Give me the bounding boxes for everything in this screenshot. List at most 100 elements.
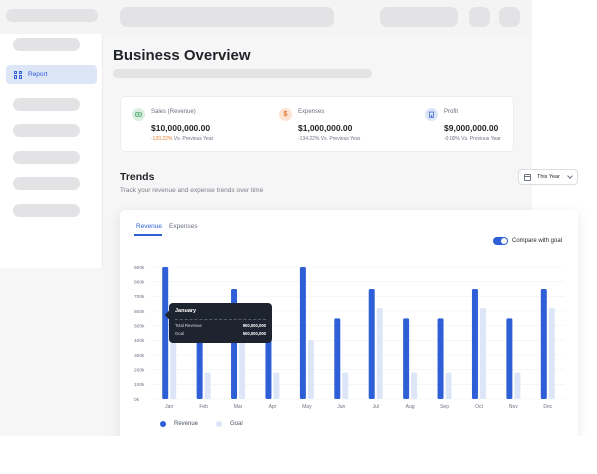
revenue-bar-sep[interactable]: [437, 318, 444, 399]
revenue-bar-jun[interactable]: [334, 318, 341, 399]
date-range-value: This Year: [537, 174, 560, 180]
dollar-icon: $: [279, 108, 292, 121]
trends-title: Trends: [120, 171, 155, 183]
top-bar: [0, 0, 532, 34]
x-tick-label: Nov: [509, 404, 518, 410]
logo-placeholder: [6, 9, 98, 22]
goal-bar-nov[interactable]: [514, 372, 521, 399]
sidebar-item-report[interactable]: Report: [6, 65, 97, 84]
x-tick-label: Oct: [475, 404, 483, 410]
toolbar-button-placeholder[interactable]: [380, 7, 458, 27]
trends-chart-card: Revenue Expenses Compare with goal 0k 100…: [120, 210, 578, 442]
stat-value: $9,000,000.00: [444, 123, 499, 133]
y-tick-label: 200k: [134, 367, 145, 373]
revenue-bar-nov[interactable]: [506, 318, 513, 399]
stat-delta-percent: -120.22%: [151, 136, 173, 142]
tooltip-row: Goal 500,000,000: [175, 331, 266, 336]
y-tick-label: 100k: [134, 382, 145, 388]
x-tick-label: Mar: [234, 404, 243, 410]
sidebar-item-placeholder[interactable]: [13, 204, 80, 217]
stat-delta-suffix: Vs. Previous Year: [319, 136, 361, 142]
y-tick-label: 500k: [134, 323, 145, 329]
tooltip-row-value: 500,000,000: [242, 331, 266, 336]
tooltip-divider: [175, 319, 266, 320]
sidebar-item-label: Report: [28, 71, 48, 78]
tooltip-title: January: [175, 308, 197, 314]
chevron-down-icon: [567, 173, 573, 179]
stat-delta: -0.00% Vs. Previous Year: [444, 136, 501, 142]
y-tick-label: 900k: [134, 265, 145, 271]
goal-bar-mar[interactable]: [239, 340, 246, 399]
sidebar-item-placeholder[interactable]: [13, 98, 80, 111]
sidebar-item-placeholder[interactable]: [13, 177, 80, 190]
sidebar-item-placeholder[interactable]: [13, 124, 80, 137]
revenue-bar-jul[interactable]: [368, 289, 375, 399]
avatar-placeholder[interactable]: [499, 7, 520, 27]
stat-delta-percent: -0.00%: [444, 136, 460, 142]
x-tick-label: Jul: [373, 404, 379, 410]
goal-bar-feb[interactable]: [204, 372, 211, 399]
building-icon: [425, 108, 438, 121]
page-subtitle-placeholder: [113, 69, 372, 78]
tooltip-row: Total Revenue 900,000,000: [175, 323, 266, 328]
y-tick-label: 300k: [134, 353, 145, 359]
legend-item-goal: Goal: [216, 421, 243, 427]
tooltip-row-label: Goal: [175, 331, 184, 336]
legend-label: Revenue: [174, 421, 199, 427]
y-tick-label: 700k: [134, 294, 145, 300]
x-tick-label: Aug: [406, 404, 415, 410]
x-tick-label: Dec: [543, 404, 552, 410]
legend-swatch: [160, 421, 166, 427]
stat-delta-suffix: Vs. Previous Year: [459, 136, 501, 142]
goal-bar-jul[interactable]: [376, 308, 383, 399]
chart-tooltip: January Total Revenue 900,000,000 Goal 500…: [169, 303, 272, 343]
goal-bar-apr[interactable]: [273, 372, 280, 399]
tooltip-row-value: 900,000,000: [242, 323, 266, 328]
goal-bar-oct[interactable]: [479, 308, 486, 399]
page-title: Business Overview: [113, 47, 251, 64]
goal-bar-may[interactable]: [307, 340, 314, 399]
legend-label: Goal: [230, 421, 243, 427]
grid-icon: [14, 70, 22, 79]
goal-bar-aug[interactable]: [411, 372, 418, 399]
x-tick-label: Sep: [440, 404, 449, 410]
y-tick-label: 600k: [134, 309, 145, 315]
stat-label: Expenses: [298, 109, 325, 115]
x-tick-label: Jan: [165, 404, 173, 410]
stat-value: $10,000,000.00: [151, 123, 211, 133]
app-window: Report Business Overview Sales (Revenue)…: [0, 0, 597, 474]
stat-value: $1,000,000.00: [298, 123, 353, 133]
sidebar: Report: [0, 34, 103, 268]
revenue-bar-dec[interactable]: [540, 289, 547, 399]
stat-label: Profit: [444, 109, 459, 115]
stat-delta-percent: -134.22%: [298, 136, 320, 142]
revenue-bar-jan[interactable]: [162, 267, 169, 399]
revenue-bar-may[interactable]: [299, 267, 306, 399]
revenue-bar-aug[interactable]: [403, 318, 410, 399]
goal-bar-jun[interactable]: [342, 372, 349, 399]
search-bar-placeholder[interactable]: [120, 7, 334, 27]
y-tick-label: 800k: [134, 279, 145, 285]
calendar-icon: [524, 173, 531, 181]
stat-delta: -120.22% Vs. Previous Year: [151, 136, 213, 142]
revenue-bar-oct[interactable]: [471, 289, 478, 399]
goal-bar-sep[interactable]: [445, 372, 452, 399]
legend-item-revenue: Revenue: [160, 421, 198, 427]
icon-button-placeholder[interactable]: [469, 7, 490, 27]
bottom-backdrop: [0, 436, 597, 474]
goal-bar-dec[interactable]: [548, 308, 555, 399]
x-tick-label: Jun: [337, 404, 345, 410]
stat-delta: -134.22% Vs. Previous Year: [298, 136, 360, 142]
tooltip-row-label: Total Revenue: [175, 323, 202, 328]
x-tick-label: Apr: [269, 404, 277, 410]
stat-label: Sales (Revenue): [151, 109, 196, 115]
date-range-select[interactable]: This Year: [518, 169, 578, 185]
sidebar-item-placeholder[interactable]: [13, 151, 80, 164]
stat-delta-suffix: Vs. Previous Year: [172, 136, 214, 142]
sidebar-item-placeholder[interactable]: [13, 38, 80, 51]
legend-swatch: [216, 421, 222, 427]
x-tick-label: Feb: [199, 404, 208, 410]
y-tick-label: 0k: [134, 397, 140, 403]
x-tick-label: May: [302, 404, 312, 410]
y-tick-label: 400k: [134, 338, 145, 344]
